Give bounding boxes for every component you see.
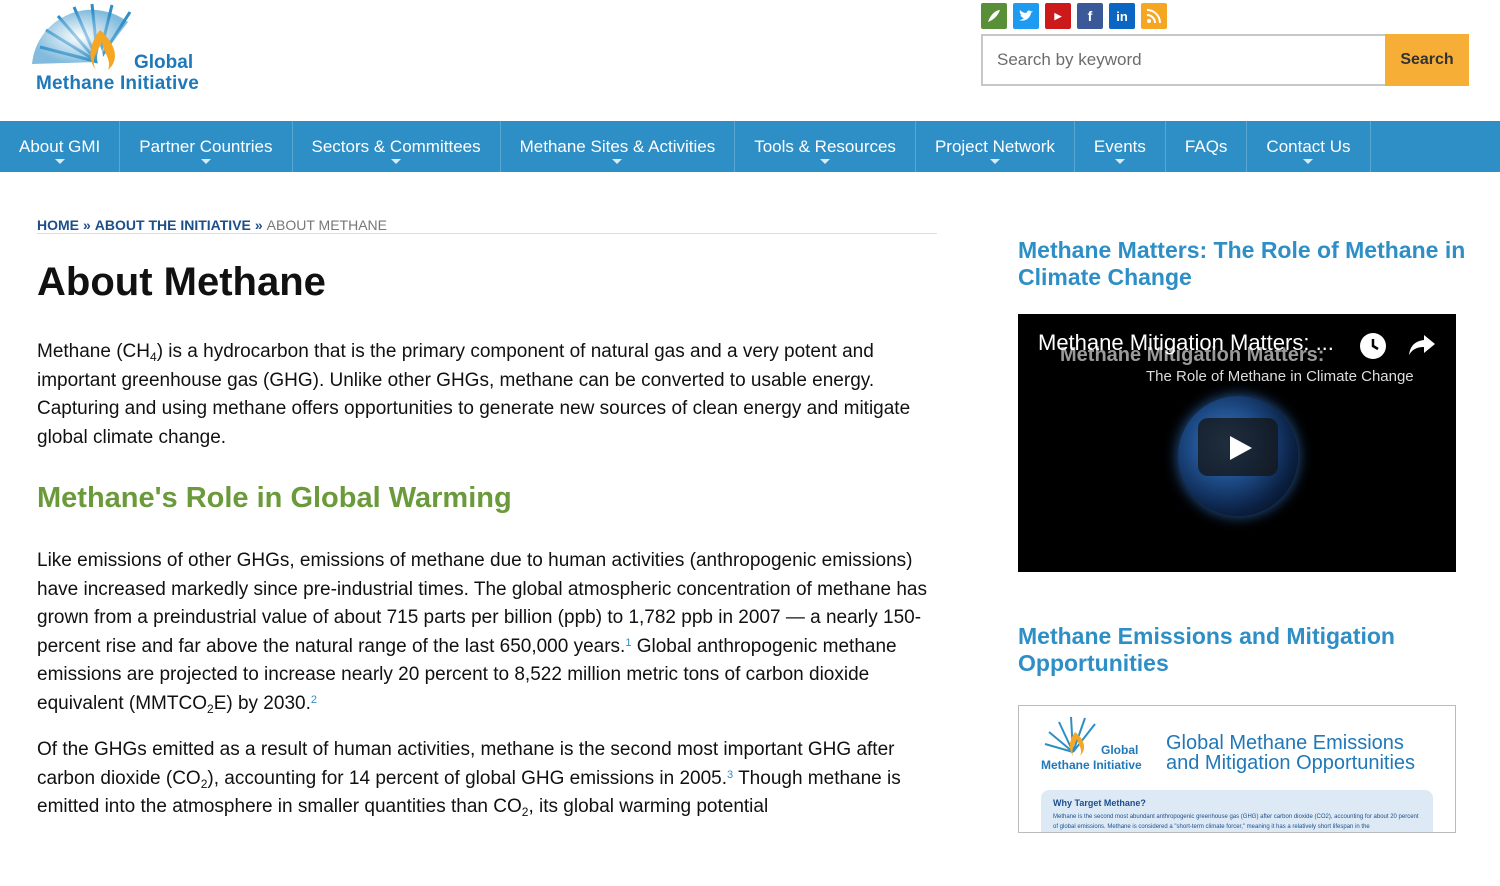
chevron-down-icon	[820, 159, 831, 164]
breadcrumb-home[interactable]: HOME	[37, 217, 79, 233]
nav-item-label: Tools & Resources	[754, 136, 896, 156]
globalmethane-icon[interactable]	[981, 3, 1007, 29]
intro-paragraph: Methane (CH4) is a hydrocarbon that is t…	[37, 341, 911, 448]
sidebar-emissions-heading[interactable]: Methane Emissions and Mitigation Opportu…	[1018, 623, 1468, 677]
youtube-icon[interactable]: ▶	[1045, 3, 1071, 29]
breadcrumb-separator: »	[83, 217, 91, 233]
chevron-down-icon	[989, 159, 1000, 164]
search-button[interactable]: Search	[1385, 34, 1469, 86]
nav-item-about-gmi[interactable]: About GMI	[0, 121, 121, 172]
search-input[interactable]	[981, 34, 1385, 86]
nav-item-label: Events	[1093, 136, 1146, 156]
nav-item-methane-sites-activities[interactable]: Methane Sites & Activities	[501, 121, 736, 172]
poster-box-heading: Why Target Methane?	[1053, 798, 1146, 808]
footnote-link[interactable]: 2	[311, 694, 317, 706]
section-heading-global-warming: Methane's Role in Global Warming	[37, 482, 512, 514]
breadcrumb: HOME» ABOUT THE INITIATIVE» ABOUT METHANE	[37, 217, 937, 233]
poster-logo-text: Methane Initiative	[1041, 758, 1142, 772]
video-player[interactable]: Methane Mitigation Matters: Methane Miti…	[1018, 314, 1456, 572]
nav-item-label: Contact Us	[1266, 136, 1351, 156]
search-form: Search	[981, 34, 1469, 86]
nav-item-label: FAQs	[1184, 136, 1228, 156]
poster-box-text: Methane is the second most abundant anth…	[1053, 814, 1419, 830]
linkedin-icon[interactable]: in	[1109, 3, 1135, 29]
poster-logo-text: Global	[1101, 743, 1139, 757]
nav-item-partner-countries[interactable]: Partner Countries	[120, 121, 293, 172]
chevron-down-icon	[54, 159, 65, 164]
nav-item-project-network[interactable]: Project Network	[916, 121, 1075, 172]
nav-item-contact-us[interactable]: Contact Us	[1247, 121, 1371, 172]
facebook-icon[interactable]: f	[1077, 3, 1103, 29]
main-nav: About GMI Partner Countries Sectors & Comm…	[0, 121, 1500, 172]
nav-item-faqs[interactable]: FAQs	[1166, 121, 1248, 172]
nav-item-label: Methane Sites & Activities	[519, 136, 716, 156]
nav-item-events[interactable]: Events	[1075, 121, 1166, 172]
poster-title: Global Methane Emissions and Mitigation …	[1166, 732, 1416, 774]
poster-info-box: Why Target Methane? Methane is the secon…	[1041, 790, 1433, 832]
breadcrumb-divider	[37, 233, 937, 234]
nav-item-tools-resources[interactable]: Tools & Resources	[735, 121, 916, 172]
logo-text-global: Global	[134, 52, 194, 73]
play-button[interactable]	[1198, 418, 1278, 476]
nav-item-sectors-committees[interactable]: Sectors & Committees	[293, 121, 501, 172]
nav-item-label: Project Network	[934, 136, 1055, 156]
twitter-icon[interactable]	[1013, 3, 1039, 29]
breadcrumb-separator: »	[254, 217, 263, 233]
share-icon[interactable]	[1407, 332, 1437, 365]
ghg-paragraph: Of the GHGs emitted as a result of human…	[37, 739, 901, 819]
chevron-down-icon	[391, 159, 402, 164]
breadcrumb-current: ABOUT METHANE	[266, 217, 387, 233]
nav-item-label: Partner Countries	[139, 136, 273, 156]
social-links: ▶ f in	[981, 3, 1167, 29]
chevron-down-icon	[1114, 159, 1125, 164]
chevron-down-icon	[200, 159, 211, 164]
chevron-down-icon	[1303, 159, 1314, 164]
page-title: About Methane	[37, 260, 326, 304]
nav-item-label: Sectors & Committees	[311, 136, 481, 156]
video-title[interactable]: Methane Mitigation Matters: ...	[1038, 330, 1334, 356]
nav-item-label: About GMI	[19, 136, 101, 156]
logo-text-methane-initiative: Methane Initiative	[36, 73, 200, 94]
breadcrumb-about-the-initiative[interactable]: ABOUT THE INITIATIVE	[95, 217, 251, 233]
sidebar-video-heading[interactable]: Methane Matters: The Role of Methane in …	[1018, 237, 1468, 291]
video-subtitle: The Role of Methane in Climate Change	[1146, 368, 1414, 385]
rss-icon[interactable]	[1141, 3, 1167, 29]
emissions-poster-image[interactable]: Global Methane Initiative Global Methane…	[1018, 705, 1456, 833]
global-warming-paragraph: Like emissions of other GHGs, emissions …	[37, 550, 927, 716]
chevron-down-icon	[612, 159, 623, 164]
watch-later-icon[interactable]	[1360, 333, 1386, 359]
